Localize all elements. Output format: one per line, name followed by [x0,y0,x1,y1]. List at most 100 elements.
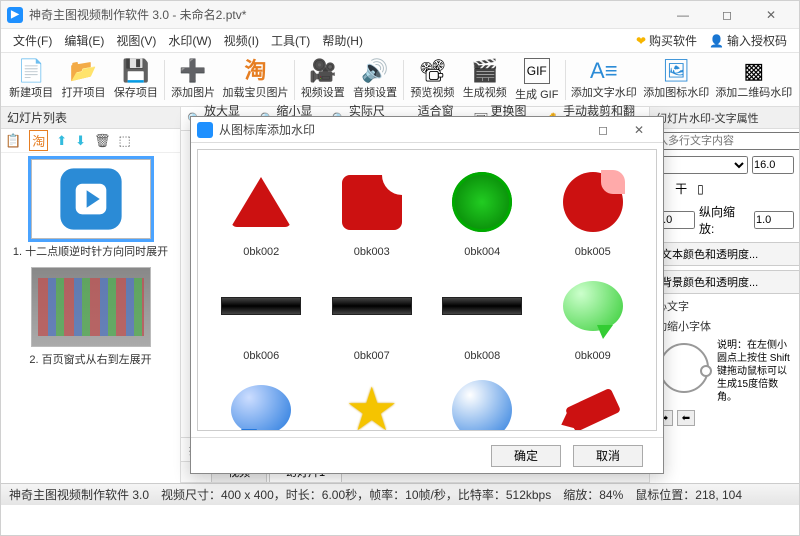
icon-item[interactable]: 0bk009 [542,266,645,362]
tb-preview[interactable]: 📽预览视频 [406,55,458,105]
taobao-icon: 淘 [244,60,266,82]
tb-addimg[interactable]: ➕添加图片 [167,55,219,105]
circle-blue-icon [452,380,512,431]
icon-item[interactable]: ★ [321,370,424,431]
bubble-blue-icon [231,385,291,431]
icon-item[interactable]: 0bk003 [321,162,424,258]
dialog-titlebar: 从图标库添加水印 ◻ ✕ [191,117,663,143]
left-panel: 幻灯片列表 📋 淘 ⬆ ⬇ 🗑 ⬚ 1. 十二点顺逆时针方向同时展开 2. 百页… [1,107,181,483]
left-panel-title: 幻灯片列表 [1,107,180,129]
add-image-icon: ➕ [179,60,206,82]
vscale-input[interactable] [754,211,794,229]
icon-item[interactable]: 0bk006 [210,266,313,362]
tb-new[interactable]: 📄新建项目 [5,55,57,105]
tb-gif[interactable]: GIF生成 GIF [511,55,563,105]
menu-view[interactable]: 视图(V) [110,29,162,53]
watermark-text-input[interactable] [655,132,799,150]
dial-note: 说明：在左侧小圆点上按住 Shift 键拖动鼠标可以生成15度倍数角。 [717,339,794,404]
menu-tools[interactable]: 工具(T) [265,29,316,53]
circle-peel-icon [563,172,623,232]
tb-aset[interactable]: 🔊音频设置 [349,55,401,105]
speaker-icon: 🔊 [361,60,388,82]
text-watermark-icon: A≡ [590,60,618,82]
bar-black-icon [332,297,412,315]
lp-delete-icon[interactable]: 🗑 [94,133,111,149]
bubble-green-icon [563,281,623,331]
text-color-button[interactable]: 文本颜色和透明度... [654,242,799,266]
titlebar: ▶ 神奇主图视频制作软件 3.0 - 未命名2.ptv* — ◻ ✕ [1,1,799,29]
close-button[interactable]: ✕ [749,1,793,29]
toolbar: 📄新建项目 📂打开项目 💾保存项目 ➕添加图片 淘加载宝贝图片 🎥视频设置 🔊音… [1,53,799,107]
lp-up-icon[interactable]: ⬆ [56,133,67,149]
menu-help[interactable]: 帮助(H) [316,29,369,53]
icon-item[interactable]: 0bk004 [431,162,534,258]
icon-item[interactable]: 0bk002 [210,162,313,258]
slide-thumb[interactable] [31,159,151,239]
icon-item[interactable]: 0bk008 [431,266,534,362]
tb-open[interactable]: 📂打开项目 [57,55,109,105]
icon-library-dialog: 从图标库添加水印 ◻ ✕ 0bk002 0bk003 0bk004 0bk005… [190,116,664,474]
maximize-button[interactable]: ◻ [705,1,749,29]
tb-addbb[interactable]: 淘加载宝贝图片 [219,55,291,105]
dialog-ok-button[interactable]: 确定 [491,445,561,467]
tag-red-icon [565,388,621,431]
style-btn-3[interactable]: ▯ [697,182,704,196]
tb-gen[interactable]: 🎬生成视频 [459,55,511,105]
status-mouse: 鼠标位置：218, 104 [635,486,742,503]
angle-dial[interactable] [659,343,709,393]
minimize-button[interactable]: — [661,1,705,29]
buy-link[interactable]: ❤购买软件 [630,32,703,49]
star-yellow-icon: ★ [345,380,399,431]
slide-thumb[interactable] [31,267,151,347]
menu-edit[interactable]: 编辑(E) [58,29,110,53]
tb-wmimg[interactable]: 🖼添加图标水印 [640,55,712,105]
icon-item[interactable]: 0bk007 [321,266,424,362]
icon-item[interactable] [542,370,645,431]
dialog-body: 0bk002 0bk003 0bk004 0bk005 0bk006 0bk00… [197,149,657,431]
gif-icon: GIF [524,58,550,84]
slide-list: 1. 十二点顺逆时针方向同时展开 2. 百页窗式从右到左展开 [1,153,180,483]
slide-item[interactable]: 2. 百页窗式从右到左展开 [7,267,174,367]
dialog-close-button[interactable]: ✕ [621,123,657,137]
render-icon: 🎬 [471,60,498,82]
lp-copy-icon[interactable]: 📋 [5,133,21,149]
status-zoom: 缩放：84% [563,486,623,503]
font-family-select[interactable] [655,156,748,174]
lp-frame-icon[interactable]: ⬚ [119,133,131,149]
lp-down-icon[interactable]: ⬇ [75,133,86,149]
icon-item[interactable]: 0bk005 [542,162,645,258]
dialog-maximize-button[interactable]: ◻ [585,123,621,137]
dialog-title: 从图标库添加水印 [219,121,585,138]
square-peel-icon [342,175,402,230]
lp-taobao-icon[interactable]: 淘 [29,130,48,151]
preview-icon: 📽 [418,60,446,82]
statusbar: 神奇主图视频制作软件 3.0 视频尺寸：400 x 400，时长：6.00秒，帧… [1,483,799,505]
menu-watermark[interactable]: 水印(W) [162,29,217,53]
tb-wmtext[interactable]: A≡添加文字水印 [568,55,640,105]
tb-vset[interactable]: 🎥视频设置 [297,55,349,105]
font-size-input[interactable] [752,156,794,174]
bg-color-button[interactable]: 背景颜色和透明度... [654,270,799,294]
slide-caption: 1. 十二点顺逆时针方向同时展开 [7,243,174,259]
status-dim: 视频尺寸：400 x 400，时长：6.00秒，帧率：10帧/秒，比特率：512… [161,486,551,503]
left-panel-tools: 📋 淘 ⬆ ⬇ 🗑 ⬚ [1,129,180,153]
dialog-app-icon [197,122,213,138]
dialog-footer: 确定 取消 [191,437,663,473]
tb-save[interactable]: 💾保存项目 [110,55,162,105]
arrow-left-button[interactable]: ⬅ [677,410,695,426]
style-btn-2[interactable]: 干 [675,180,687,197]
license-link[interactable]: 👤输入授权码 [703,32,793,49]
icon-item[interactable] [431,370,534,431]
seal-green-icon [452,172,512,232]
save-icon: 💾 [122,60,149,82]
window-title: 神奇主图视频制作软件 3.0 - 未命名2.ptv* [29,6,661,23]
icon-item[interactable] [210,370,313,431]
right-panel-title: 幻灯片水印-文字属性 [650,107,799,129]
menu-file[interactable]: 文件(F) [7,29,58,53]
file-new-icon: 📄 [17,60,44,82]
menu-video[interactable]: 视频(I) [218,29,265,53]
dialog-cancel-button[interactable]: 取消 [573,445,643,467]
slide-item[interactable]: 1. 十二点顺逆时针方向同时展开 [7,159,174,259]
right-panel: 幻灯片水印-文字属性 ... ✔ 干 ▯ 纵向缩放: 文本颜色和透明度... 背… [649,107,799,483]
tb-wmqr[interactable]: ▩添加二维码水印 [713,55,796,105]
